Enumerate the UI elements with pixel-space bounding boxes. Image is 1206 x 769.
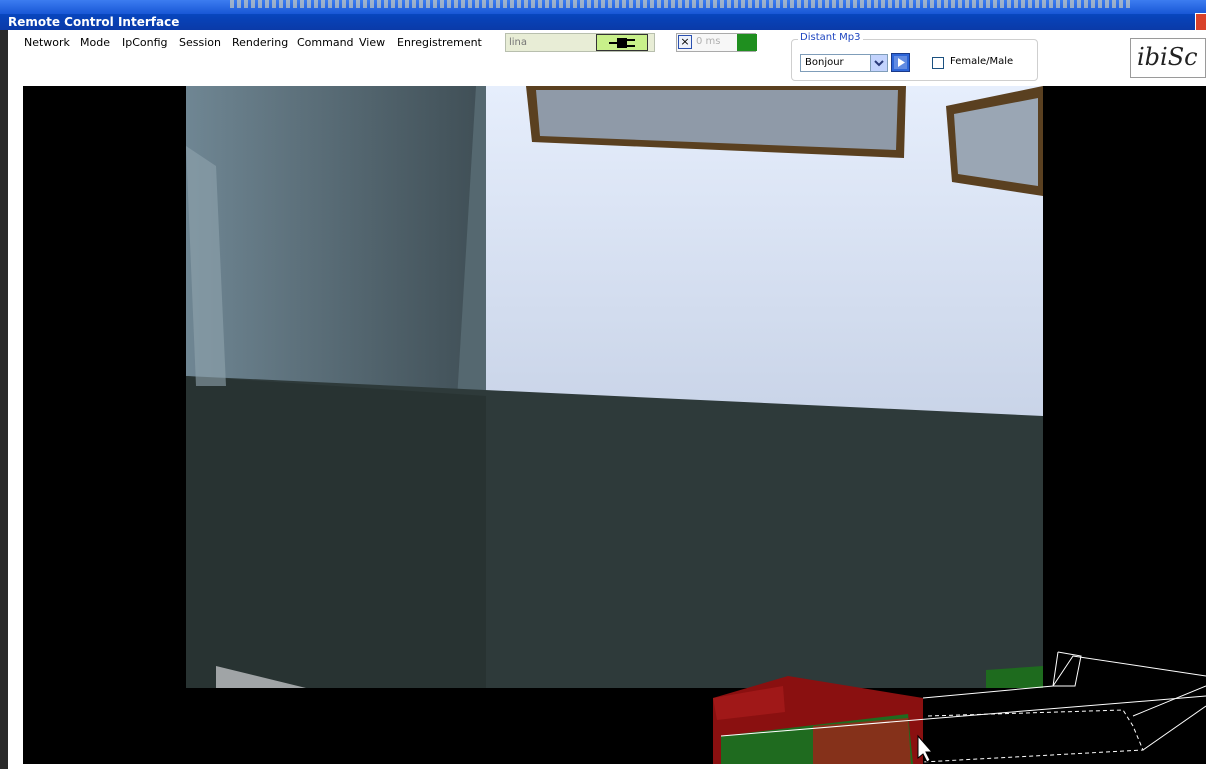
distant-mp3-group: Distant Mp3 Bonjour Female/Male [791,32,1038,81]
logo-text: ibiSc [1137,43,1198,71]
menu-mode[interactable]: Mode [80,36,110,49]
menu-session[interactable]: Session [179,36,221,49]
female-male-checkbox[interactable] [932,57,944,69]
overlapping-window-title [230,0,1130,8]
window-title: Remote Control Interface [8,15,180,29]
robot-3d-overlay [713,651,1206,764]
close-button[interactable] [1195,13,1206,31]
ibisc-logo: ibiSc [1130,38,1206,78]
play-mp3-button[interactable] [891,53,910,72]
render-viewport[interactable] [23,86,1206,764]
menu-view[interactable]: View [359,36,385,49]
disconnect-icon[interactable]: × [678,35,692,49]
menu-rendering[interactable]: Rendering [232,36,288,49]
menu-ipconfig[interactable]: IpConfig [122,36,168,49]
menu-bar: Network Mode IpConfig Session Rendering … [8,30,1206,86]
menu-enregistrement[interactable]: Enregistrement [397,36,482,49]
chevron-down-icon[interactable] [870,55,887,71]
host-field [505,33,655,52]
mp3-selected-value: Bonjour [805,57,844,68]
distant-mp3-label: Distant Mp3 [798,32,863,43]
latency-indicator: × 0 ms [676,33,757,52]
menu-network[interactable]: Network [24,36,70,49]
play-icon [894,56,907,69]
mp3-select[interactable]: Bonjour [800,54,888,72]
menu-command[interactable]: Command [297,36,354,49]
latency-value: 0 ms [696,36,721,47]
plug-icon [609,38,635,48]
connect-button[interactable] [596,34,648,51]
window-left-edge [0,30,8,769]
latency-status-bar [737,34,757,51]
host-input[interactable] [509,34,599,51]
female-male-label: Female/Male [950,56,1014,67]
